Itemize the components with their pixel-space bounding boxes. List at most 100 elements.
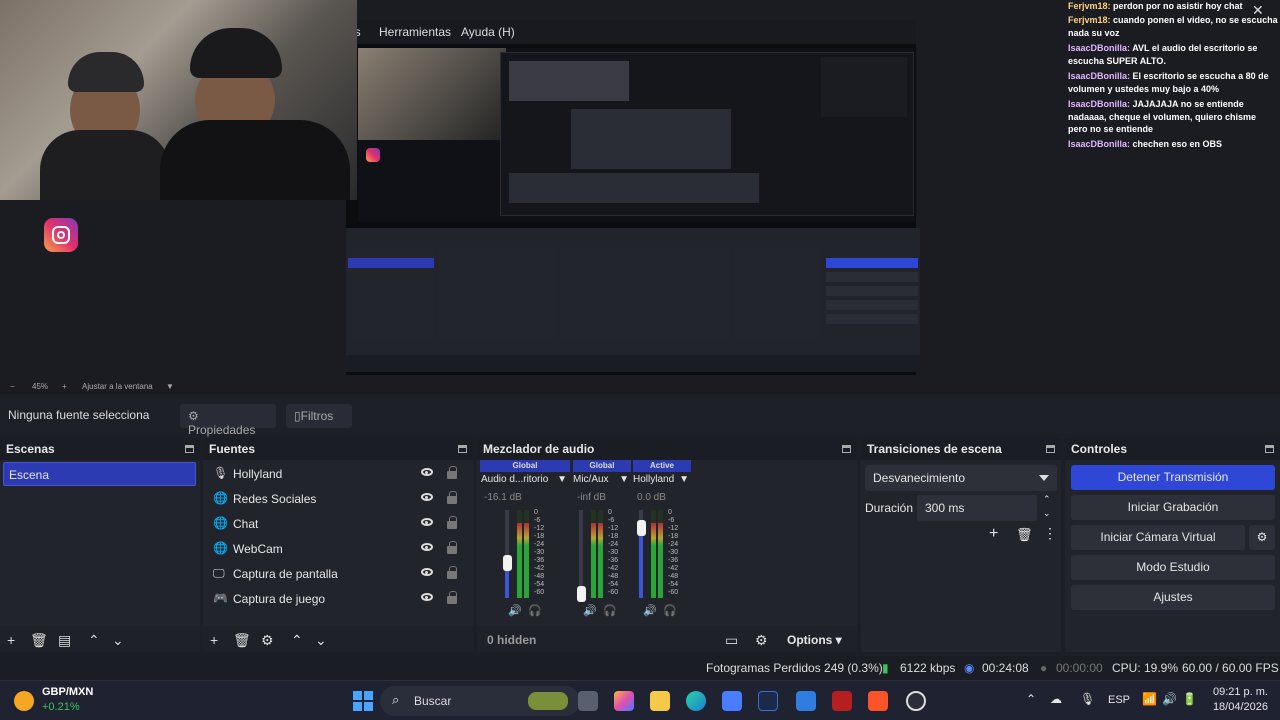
volume-icon[interactable]: 🔊	[1162, 692, 1177, 706]
volume-slider[interactable]	[637, 510, 646, 598]
gear-icon[interactable]: ⚙	[261, 632, 274, 649]
speaker-icon[interactable]: 🔊	[508, 604, 522, 617]
microphone-icon[interactable]: 🎙	[1080, 692, 1095, 706]
eye-icon[interactable]	[421, 518, 433, 526]
wifi-icon[interactable]: 📶	[1142, 692, 1157, 706]
headphones-icon[interactable]: 🎧	[528, 604, 542, 617]
battery-icon[interactable]: 🔋	[1182, 692, 1197, 706]
source-item[interactable]: 🌐 Chat	[207, 512, 469, 536]
clock-date[interactable]: 18/04/2026	[1212, 701, 1268, 713]
app-icon[interactable]	[758, 691, 778, 711]
lock-icon[interactable]	[447, 591, 457, 604]
channel-name-select[interactable]: Hollyland ▼	[633, 474, 691, 490]
copilot-icon[interactable]	[614, 691, 634, 711]
lock-icon[interactable]	[447, 566, 457, 579]
volume-slider[interactable]	[577, 510, 586, 602]
preview-canvas[interactable]: as Herramientas Ayuda (H)	[0, 0, 1280, 380]
more-icon[interactable]: ⋮	[1043, 525, 1057, 542]
chevron-down-icon[interactable]: ⌄	[315, 632, 327, 649]
properties-button[interactable]: ⚙ Propiedades	[180, 404, 276, 437]
brave-icon[interactable]	[868, 691, 888, 711]
stocks-icon[interactable]	[14, 691, 34, 711]
trash-icon[interactable]: 🗑	[30, 632, 48, 649]
app-icon[interactable]	[832, 691, 852, 711]
source-item[interactable]: 🌐 WebCam	[207, 537, 469, 561]
undock-icon[interactable]	[185, 445, 194, 453]
headphones-icon[interactable]: 🎧	[663, 604, 677, 617]
clock-time[interactable]: 09:21 p. m.	[1212, 686, 1268, 698]
sources-footer: + 🗑 ⚙ ⌃ ⌄	[203, 626, 473, 652]
close-icon[interactable]: ✕	[1252, 2, 1264, 19]
channel-name-select[interactable]: Mic/Aux ▼	[573, 474, 631, 490]
windows-start-icon[interactable]	[353, 691, 373, 711]
scene-label: Escena	[9, 468, 50, 482]
layout-icon[interactable]: ▭	[725, 632, 738, 649]
lock-icon[interactable]	[447, 466, 457, 479]
sources-title: Fuentes	[209, 442, 256, 456]
source-item[interactable]: 🌐 Redes Sociales	[207, 487, 469, 511]
channel-db: -inf dB	[577, 492, 606, 503]
scenes-header: Escenas	[0, 438, 200, 460]
db-scale: 0 -6 -12 -18 -24 -30 -36 -42 -48 -54 -60	[534, 509, 544, 598]
volume-slider[interactable]	[503, 510, 512, 598]
duration-input[interactable]: 300 ms	[917, 495, 1037, 521]
undock-icon[interactable]	[1046, 445, 1055, 453]
chevron-down-icon[interactable]: ▼	[166, 382, 174, 391]
start-recording-button[interactable]: Iniciar Grabación	[1071, 495, 1275, 520]
add-icon[interactable]: +	[989, 525, 998, 543]
scene-item[interactable]: Escena	[3, 462, 196, 486]
gear-icon[interactable]: ⚙	[1249, 525, 1275, 550]
spin-down-icon[interactable]: ⌄	[1043, 508, 1051, 519]
zoom-in-button[interactable]: +	[62, 382, 67, 391]
channel-name-select[interactable]: Audio d...ritorio ▼	[481, 474, 569, 490]
add-icon[interactable]: +	[7, 632, 15, 648]
edge-icon[interactable]	[686, 691, 706, 711]
trash-icon[interactable]: 🗑	[1016, 527, 1033, 543]
speaker-icon[interactable]: 🔊	[583, 604, 597, 617]
source-item[interactable]: 🎮 Captura de juego	[207, 587, 469, 611]
advanced-audio-icon[interactable]: ⚙	[755, 632, 768, 649]
fit-window-option[interactable]: Ajustar a la ventana	[82, 382, 153, 391]
undock-icon[interactable]	[458, 445, 467, 453]
filter-icon[interactable]: ▤	[58, 632, 71, 649]
eye-icon[interactable]	[421, 493, 433, 501]
source-label: Redes Sociales	[233, 492, 317, 506]
eye-icon[interactable]	[421, 568, 433, 576]
source-item[interactable]: 🖵 Captura de pantalla	[207, 562, 469, 586]
undock-icon[interactable]	[1265, 445, 1274, 453]
speaker-icon[interactable]: 🔊	[643, 604, 657, 617]
chevron-up-icon[interactable]: ⌃	[1026, 692, 1036, 706]
filters-button[interactable]: ▯Filtros	[286, 404, 352, 428]
chevron-up-icon[interactable]: ⌃	[88, 632, 100, 649]
chevron-down-icon[interactable]: ⌄	[112, 632, 124, 649]
options-button[interactable]: Options ▾	[787, 633, 842, 647]
transition-select[interactable]: Desvanecimiento	[865, 465, 1057, 491]
language-indicator[interactable]: ESP	[1108, 694, 1130, 706]
source-item[interactable]: 🎙 Hollyland	[207, 462, 469, 486]
file-explorer-icon[interactable]	[650, 691, 670, 711]
lock-icon[interactable]	[447, 541, 457, 554]
eye-icon[interactable]	[421, 468, 433, 476]
undock-icon[interactable]	[842, 445, 851, 453]
cloud-icon[interactable]: ☁	[1050, 692, 1062, 706]
chevron-up-icon[interactable]: ⌃	[291, 632, 303, 649]
studio-mode-button[interactable]: Modo Estudio	[1071, 555, 1275, 580]
trash-icon[interactable]: 🗑	[233, 632, 251, 649]
add-icon[interactable]: +	[210, 632, 218, 648]
settings-button[interactable]: Ajustes	[1071, 585, 1275, 610]
lock-icon[interactable]	[447, 516, 457, 529]
store-icon[interactable]	[722, 691, 742, 711]
virtual-camera-button[interactable]: Iniciar Cámara Virtual	[1071, 525, 1245, 550]
taskbar-search[interactable]: ⌕ Buscar	[380, 686, 580, 716]
ticker-change: +0.21%	[42, 701, 80, 713]
obs-icon[interactable]	[906, 691, 926, 711]
mail-icon[interactable]	[796, 691, 816, 711]
stop-stream-button[interactable]: Detener Transmisión	[1071, 465, 1275, 490]
lock-icon[interactable]	[447, 491, 457, 504]
eye-icon[interactable]	[421, 593, 433, 601]
headphones-icon[interactable]: 🎧	[603, 604, 617, 617]
task-view-icon[interactable]	[578, 691, 598, 711]
eye-icon[interactable]	[421, 543, 433, 551]
spin-up-icon[interactable]: ⌃	[1043, 494, 1051, 505]
zoom-out-button[interactable]: −	[10, 382, 15, 391]
